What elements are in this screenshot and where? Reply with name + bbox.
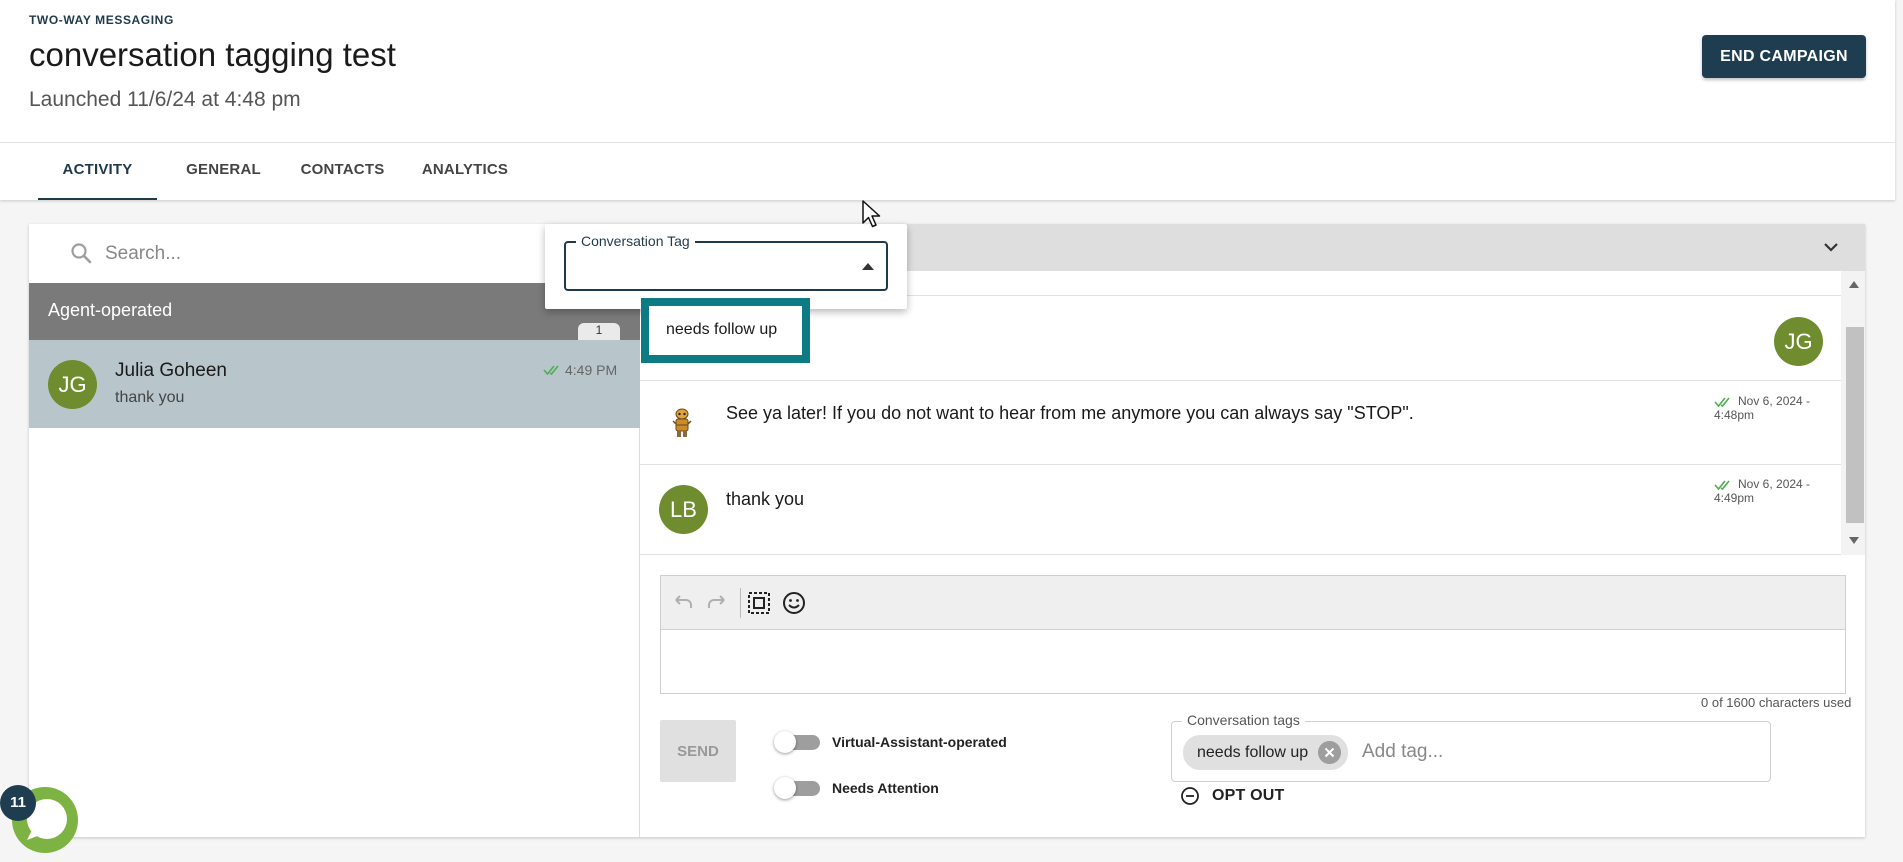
tab-general[interactable]: GENERAL — [157, 143, 290, 200]
tab-contacts[interactable]: CONTACTS — [290, 143, 395, 200]
contact-name: Julia Goheen — [115, 360, 227, 381]
opt-out-label: OPT OUT — [1212, 787, 1285, 804]
tab-activity[interactable]: ACTIVITY — [38, 143, 157, 200]
scroll-down-arrow[interactable] — [1849, 537, 1859, 544]
tag-option[interactable]: needs follow up — [666, 321, 777, 339]
activity-panel: Agent-operated 1 JG Julia Goheen thank y… — [29, 224, 1865, 837]
scroll-thumb[interactable] — [1846, 327, 1864, 523]
mouse-cursor-icon — [862, 200, 881, 228]
opt-out-button[interactable]: OPT OUT — [1180, 786, 1285, 806]
group-label: Agent-operated — [48, 300, 173, 320]
message-time: 4:49 PM — [565, 362, 618, 378]
conversation-tags-field: Conversation tags needs follow up — [1171, 712, 1771, 782]
send-button[interactable]: SEND — [660, 720, 736, 782]
conversation-list-pane: Agent-operated 1 JG Julia Goheen thank y… — [29, 224, 640, 837]
composer-toolbar — [660, 575, 1846, 630]
avatar: JG — [48, 360, 97, 409]
select-all-icon[interactable] — [745, 589, 773, 617]
tag-option-list: needs follow up — [641, 298, 810, 363]
tab-analytics[interactable]: ANALYTICS — [395, 143, 535, 200]
campaign-header: TWO-WAY MESSAGING conversation tagging t… — [0, 0, 1895, 200]
add-tag-input[interactable] — [1362, 736, 1742, 768]
conversation-tag-select[interactable]: Conversation Tag — [564, 233, 888, 291]
tab-bar: ACTIVITY GENERAL CONTACTS ANALYTICS — [38, 143, 535, 200]
end-campaign-button[interactable]: END CAMPAIGN — [1702, 35, 1866, 78]
remove-tag-icon[interactable] — [1318, 741, 1342, 764]
caret-up-icon[interactable] — [862, 263, 874, 270]
message-editor[interactable] — [660, 630, 1846, 694]
message-timestamp: Nov 6, 2024 - 4:48pm — [1714, 394, 1841, 422]
search-icon — [71, 243, 92, 264]
campaign-type-label: TWO-WAY MESSAGING — [29, 13, 174, 27]
message-preview: thank you — [115, 389, 185, 406]
notification-badge: 11 — [0, 785, 36, 821]
message-thread: JG See ya later! If you do not want to h… — [640, 271, 1841, 555]
scroll-up-arrow[interactable] — [1849, 281, 1859, 288]
toggle-knob — [774, 777, 796, 799]
launched-date: Launched 11/6/24 at 4:48 pm — [29, 88, 301, 111]
virtual-assistant-toggle[interactable] — [774, 731, 822, 753]
avatar: LB — [659, 485, 708, 534]
toggle-knob — [774, 731, 796, 753]
bot-icon — [672, 408, 692, 437]
message-row: See ya later! If you do not want to hear… — [640, 381, 1841, 465]
double-check-icon — [1714, 397, 1730, 408]
message-row: LB thank you Nov 6, 2024 - 4:49pm — [640, 465, 1841, 555]
tag-chip-label: needs follow up — [1197, 744, 1309, 761]
message-timestamp: Nov 6, 2024 - 4:49pm — [1714, 477, 1841, 505]
thread-scrollbar[interactable] — [1841, 271, 1865, 555]
message-text: See ya later! If you do not want to hear… — [726, 403, 1414, 423]
group-count-badge: 1 — [578, 323, 620, 340]
toolbar-divider — [740, 588, 741, 618]
page-title: conversation tagging test — [29, 36, 396, 73]
select-label: Conversation Tag — [576, 233, 695, 249]
tags-field-label: Conversation tags — [1182, 712, 1305, 728]
search-input[interactable] — [105, 238, 405, 270]
needs-attention-toggle[interactable] — [774, 777, 822, 799]
chevron-down-icon[interactable] — [1820, 236, 1842, 258]
redo-icon[interactable] — [703, 589, 731, 617]
conversation-pane: JG See ya later! If you do not want to h… — [640, 224, 1865, 837]
undo-icon[interactable] — [669, 589, 697, 617]
tag-dropdown-popover: Conversation Tag — [545, 224, 907, 309]
emoji-icon[interactable] — [780, 589, 808, 617]
character-count: 0 of 1600 characters used — [1701, 695, 1852, 710]
minus-circle-icon — [1181, 787, 1199, 805]
avatar: JG — [1774, 317, 1823, 366]
conversation-list-item[interactable]: JG Julia Goheen thank you 4:49 PM — [29, 340, 640, 428]
double-check-icon — [1714, 480, 1730, 491]
virtual-assistant-label: Virtual-Assistant-operated — [832, 734, 1007, 750]
needs-attention-label: Needs Attention — [832, 780, 939, 796]
message-text: thank you — [726, 489, 805, 509]
double-check-icon — [543, 365, 559, 376]
tag-chip: needs follow up — [1183, 735, 1349, 770]
